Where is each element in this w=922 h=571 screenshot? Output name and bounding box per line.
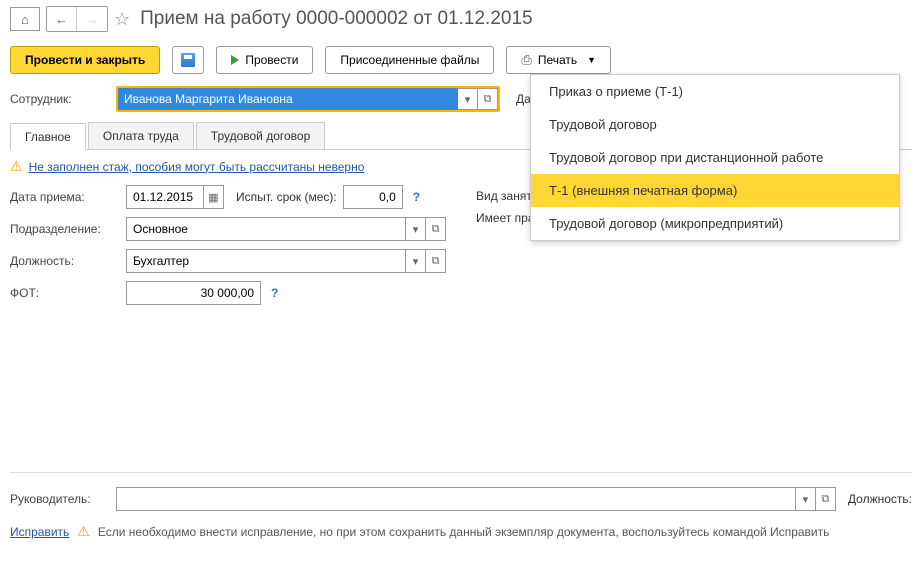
position-dropdown-button[interactable]: ▾: [406, 249, 426, 273]
warning-link[interactable]: Не заполнен стаж, пособия могут быть рас…: [29, 160, 365, 174]
date-label: Да: [516, 92, 531, 106]
position-open-button[interactable]: ⧉: [426, 249, 446, 273]
department-label: Подразделение:: [10, 222, 120, 236]
chevron-down-icon: ▼: [587, 55, 596, 65]
menu-item-prikaz[interactable]: Приказ о приеме (Т-1): [531, 75, 899, 108]
play-icon: [231, 55, 239, 65]
probation-input[interactable]: [343, 185, 403, 209]
hire-date-label: Дата приема:: [10, 190, 120, 204]
employee-open-button[interactable]: ⧉: [478, 88, 498, 110]
employee-input[interactable]: [118, 88, 458, 110]
manager-label: Руководитель:: [10, 492, 110, 506]
floppy-icon: [181, 53, 195, 67]
fix-link[interactable]: Исправить: [10, 525, 69, 539]
probation-label: Испыт. срок (мес):: [236, 190, 337, 204]
post-button[interactable]: Провести: [216, 46, 313, 74]
menu-item-dogovor-micro[interactable]: Трудовой договор (микропредприятий): [531, 207, 899, 240]
footer-note: Если необходимо внести исправление, но п…: [98, 525, 830, 539]
fot-input[interactable]: [126, 281, 261, 305]
manager-dropdown-button[interactable]: ▾: [796, 487, 816, 511]
manager-input[interactable]: [116, 487, 796, 511]
department-dropdown-button[interactable]: ▾: [406, 217, 426, 241]
post-and-close-button[interactable]: Провести и закрыть: [10, 46, 160, 74]
menu-item-dogovor-dist[interactable]: Трудовой договор при дистанционной работ…: [531, 141, 899, 174]
hire-date-input[interactable]: [126, 185, 204, 209]
footer-warning-icon: ⚠: [77, 523, 90, 540]
home-button[interactable]: ⌂: [10, 7, 40, 31]
back-button[interactable]: ←: [47, 7, 77, 31]
department-open-button[interactable]: ⧉: [426, 217, 446, 241]
printer-icon: [521, 52, 531, 68]
favorite-icon[interactable]: ☆: [114, 9, 130, 30]
warning-icon: ⚠: [10, 158, 23, 175]
tab-salary[interactable]: Оплата труда: [88, 122, 194, 149]
attached-files-button[interactable]: Присоединенные файлы: [325, 46, 494, 74]
tab-main[interactable]: Главное: [10, 123, 86, 150]
print-button[interactable]: Печать ▼: [506, 46, 611, 74]
tab-contract[interactable]: Трудовой договор: [196, 122, 325, 149]
menu-item-t1-ext[interactable]: Т-1 (внешняя печатная форма): [531, 174, 899, 207]
forward-button[interactable]: →: [77, 7, 107, 31]
print-dropdown-menu: Приказ о приеме (Т-1) Трудовой договор Т…: [530, 74, 900, 241]
manager-open-button[interactable]: ⧉: [816, 487, 836, 511]
menu-item-dogovor[interactable]: Трудовой договор: [531, 108, 899, 141]
probation-help[interactable]: ?: [413, 190, 420, 204]
employee-dropdown-button[interactable]: ▾: [458, 88, 478, 110]
hire-date-calendar-button[interactable]: ▦: [204, 185, 224, 209]
fot-help[interactable]: ?: [271, 286, 278, 300]
page-title: Прием на работу 0000-000002 от 01.12.201…: [140, 8, 532, 30]
department-input[interactable]: [126, 217, 406, 241]
position-input[interactable]: [126, 249, 406, 273]
position-label: Должность:: [10, 254, 120, 268]
fot-label: ФОТ:: [10, 286, 120, 300]
save-button[interactable]: [172, 46, 204, 74]
employee-label: Сотрудник:: [10, 92, 110, 106]
footer-position-label: Должность:: [848, 492, 912, 506]
